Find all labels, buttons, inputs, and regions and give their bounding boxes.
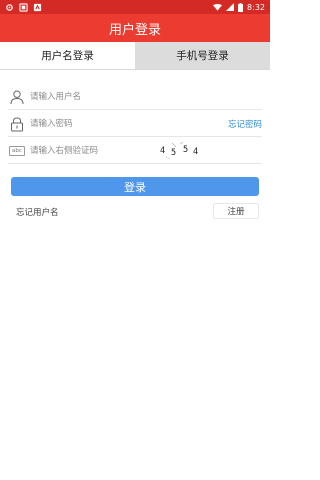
signal-icon xyxy=(226,3,235,11)
password-row: 忘记密码 xyxy=(8,111,262,137)
captcha-char: 5 xyxy=(171,147,177,158)
tab-username-login[interactable]: 用户名登录 xyxy=(0,42,135,69)
page-title: 用户登录 xyxy=(108,22,161,38)
login-button[interactable]: 登录 xyxy=(11,177,259,196)
status-right-icons: 8:32 xyxy=(213,2,265,12)
register-button-label: 注册 xyxy=(227,207,245,217)
status-left-icons xyxy=(5,2,42,12)
lock-icon xyxy=(8,115,26,133)
captcha-char: 4 xyxy=(193,146,199,157)
captcha-char: 5 xyxy=(183,144,189,155)
settings-icon xyxy=(5,3,14,12)
username-row xyxy=(8,84,262,110)
forgot-password-link[interactable]: 忘记密码 xyxy=(228,118,262,130)
captcha-image[interactable]: 4 5 5 4 xyxy=(158,141,202,161)
status-bar: 8:32 xyxy=(0,0,270,14)
captcha-char: 4 xyxy=(160,145,166,156)
username-input[interactable] xyxy=(30,87,262,106)
abc-icon-label: abc xyxy=(9,145,25,156)
captcha-row: abc 4 5 5 4 xyxy=(8,138,262,164)
title-bar: 用户登录 xyxy=(0,14,270,42)
password-input[interactable] xyxy=(30,114,224,133)
tab-phone-login-label: 手机号登录 xyxy=(176,50,229,62)
forgot-username-link[interactable]: 忘记用户名 xyxy=(16,206,59,218)
tab-username-login-label: 用户名登录 xyxy=(41,50,94,62)
captcha-input[interactable] xyxy=(30,141,154,160)
login-tabs: 用户名登录 手机号登录 xyxy=(0,42,270,70)
wifi-icon xyxy=(213,3,223,11)
tab-phone-login[interactable]: 手机号登录 xyxy=(135,42,270,69)
user-icon xyxy=(8,88,26,106)
app-icon xyxy=(33,3,42,12)
status-time: 8:32 xyxy=(247,2,265,12)
notification-icon xyxy=(19,2,28,12)
abc-icon: abc xyxy=(8,142,26,160)
register-button[interactable]: 注册 xyxy=(213,203,259,219)
battery-icon xyxy=(238,2,244,12)
